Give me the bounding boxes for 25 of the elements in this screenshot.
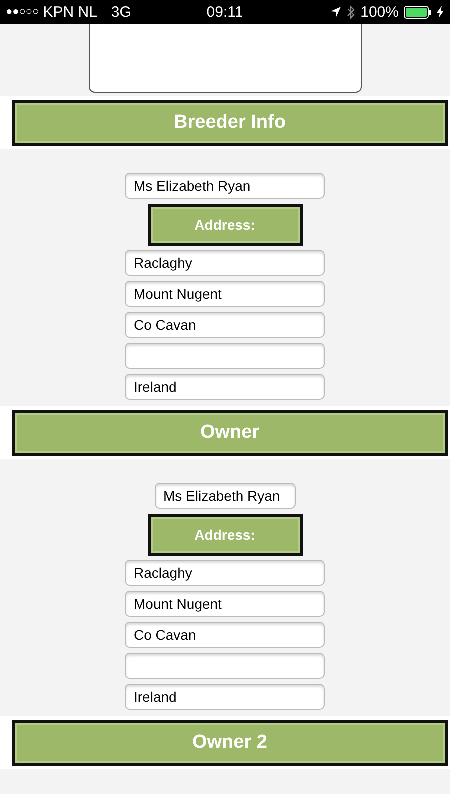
battery-icon <box>404 6 432 18</box>
address-field[interactable]: Co Cavan <box>125 622 325 648</box>
charging-bolt-icon <box>437 6 444 18</box>
address-field[interactable]: Ireland <box>125 684 325 710</box>
name-field[interactable]: Ms Elizabeth Ryan <box>154 483 296 509</box>
address-field[interactable] <box>125 343 325 369</box>
address-field[interactable]: Mount Nugent <box>125 591 325 617</box>
address-field[interactable] <box>125 653 325 679</box>
address-field[interactable]: Ireland <box>125 374 325 400</box>
section-header: Breeder Info <box>12 100 448 146</box>
section-header: Owner <box>12 410 448 456</box>
network-type: 3G <box>111 4 132 20</box>
address-field[interactable]: Co Cavan <box>125 312 325 338</box>
clock-time: 09:11 <box>206 4 244 20</box>
location-arrow-icon <box>330 6 342 18</box>
signal-strength: ●●○○○ <box>6 6 40 18</box>
address-field[interactable]: Raclaghy <box>125 250 325 276</box>
battery-percentage: 100% <box>360 4 399 20</box>
carrier-name: KPN NL <box>43 4 98 20</box>
section-header: Owner 2 <box>12 720 448 766</box>
bluetooth-icon <box>346 4 356 20</box>
address-field[interactable]: Mount Nugent <box>125 281 325 307</box>
text-area[interactable] <box>88 24 362 93</box>
name-field[interactable]: Ms Elizabeth Ryan <box>125 173 325 199</box>
address-field[interactable]: Raclaghy <box>125 560 325 586</box>
